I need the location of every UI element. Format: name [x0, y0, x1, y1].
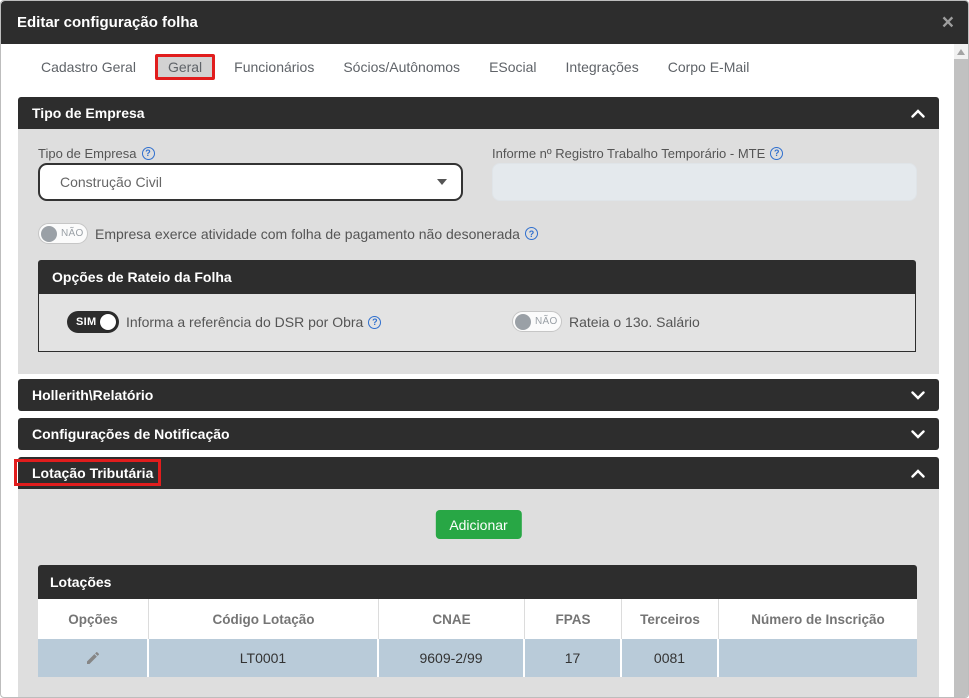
modal-title: Editar configuração folha [17, 14, 198, 31]
section-hollerith-header[interactable]: Hollerith\Relatório [18, 379, 939, 411]
lotacoes-table-titlebar: Lotações [38, 565, 917, 599]
tab-esocial[interactable]: ESocial [479, 55, 546, 79]
section-title: Hollerith\Relatório [32, 387, 154, 403]
section-title: Tipo de Empresa [32, 105, 145, 121]
column-header-terceiros: Terceiros [622, 599, 719, 639]
close-icon[interactable]: × [942, 12, 954, 33]
tab-geral[interactable]: Geral [154, 53, 216, 80]
help-icon[interactable]: ? [141, 146, 155, 160]
row-terceiros-cell: 0081 [622, 639, 719, 677]
tab-cadastro-geral[interactable]: Cadastro Geral [31, 55, 146, 79]
lotacoes-table: Lotações Opções Código Lotação CNAE FPAS… [38, 565, 917, 677]
dsr-label-text: Informa a referência do DSR por Obra [126, 314, 364, 330]
column-header-opcoes: Opções [38, 599, 149, 639]
scrollbar-up-arrow-icon[interactable] [954, 44, 968, 59]
help-icon[interactable]: ? [770, 146, 784, 160]
scrollbar-thumb[interactable] [954, 59, 968, 697]
row-cnae-cell: 9609-2/99 [379, 639, 525, 677]
section-lotacao-body: Adicionar Lotações Opções Código Lotação… [18, 489, 939, 697]
lotacoes-table-title: Lotações [50, 574, 112, 590]
toggle-knob [100, 314, 116, 330]
tipo-empresa-selected-value: Construção Civil [60, 174, 162, 190]
desonerada-toggle-label: Empresa exerce atividade com folha de pa… [95, 226, 538, 242]
edit-pencil-icon[interactable] [85, 650, 101, 666]
tipo-empresa-select[interactable]: Construção Civil [38, 163, 463, 201]
chevron-down-icon[interactable] [911, 390, 925, 400]
salario-toggle[interactable]: NÃO [512, 311, 562, 332]
lotacoes-table-header-row: Opções Código Lotação CNAE FPAS Terceiro… [38, 599, 917, 639]
tab-integracoes[interactable]: Integrações [556, 55, 649, 79]
toggle-knob [41, 225, 57, 242]
section-notificacao-header[interactable]: Configurações de Notificação [18, 418, 939, 450]
row-options-cell [38, 639, 149, 677]
edit-config-modal: Editar configuração folha × Cadastro Ger… [0, 0, 969, 698]
dropdown-caret-icon [437, 179, 447, 185]
tab-corpo-email[interactable]: Corpo E-Mail [658, 55, 760, 79]
salario-toggle-row: NÃO Rateia o 13o. Salário [512, 311, 700, 332]
column-header-codigo-lotacao: Código Lotação [149, 599, 379, 639]
rateio-panel: Opções de Rateio da Folha SIM Informa a … [38, 260, 916, 352]
toggle-knob [515, 313, 531, 330]
rateio-panel-title: Opções de Rateio da Folha [52, 269, 232, 285]
toggle-state-text: SIM [76, 316, 97, 328]
section-tipo-empresa-header[interactable]: Tipo de Empresa [18, 97, 939, 129]
mte-label-text: Informe nº Registro Trabalho Temporário … [492, 145, 766, 161]
dsr-toggle-row: SIM Informa a referência do DSR por Obra… [67, 311, 382, 333]
column-header-fpas: FPAS [525, 599, 622, 639]
annotation-box: Lotação Tributária [14, 459, 161, 486]
help-icon[interactable]: ? [368, 315, 382, 329]
column-header-numero-inscricao: Número de Inscrição [751, 611, 885, 627]
table-row[interactable]: LT0001 9609-2/99 17 0081 [38, 639, 917, 677]
mte-label: Informe nº Registro Trabalho Temporário … [492, 145, 784, 161]
tipo-empresa-label: Tipo de Empresa ? [38, 145, 155, 161]
row-inscricao-cell [719, 639, 917, 677]
mte-input[interactable] [492, 163, 917, 201]
rateio-panel-body: SIM Informa a referência do DSR por Obra… [38, 294, 916, 352]
section-title: Configurações de Notificação [32, 426, 230, 442]
vertical-scrollbar[interactable] [954, 44, 968, 697]
tab-socios-autonomos[interactable]: Sócios/Autônomos [333, 55, 470, 79]
tab-funcionarios[interactable]: Funcionários [224, 55, 324, 79]
adicionar-button[interactable]: Adicionar [435, 510, 522, 539]
salario-label-text: Rateia o 13o. Salário [569, 313, 700, 330]
desonerada-toggle-row: NÃO Empresa exerce atividade com folha d… [38, 223, 538, 244]
row-codigo-cell: LT0001 [149, 639, 379, 677]
dsr-toggle-label: Informa a referência do DSR por Obra ? [126, 314, 382, 330]
tabbar: Cadastro Geral Geral Funcionários Sócios… [1, 44, 941, 89]
chevron-down-icon[interactable] [911, 429, 925, 439]
help-icon[interactable]: ? [524, 227, 538, 240]
chevron-up-icon[interactable] [911, 468, 925, 478]
tipo-empresa-label-text: Tipo de Empresa [38, 145, 137, 161]
section-lotacao-header[interactable]: Lotação Tributária [14, 457, 939, 489]
dsr-toggle[interactable]: SIM [67, 311, 119, 333]
section-title: Lotação Tributária [32, 464, 154, 481]
desonerada-toggle[interactable]: NÃO [38, 223, 88, 244]
chevron-up-icon[interactable] [911, 108, 925, 118]
toggle-state-text: NÃO [535, 316, 558, 327]
column-header-cnae: CNAE [379, 599, 525, 639]
modal-header: Editar configuração folha × [1, 1, 968, 44]
desonerada-label-text: Empresa exerce atividade com folha de pa… [95, 225, 520, 242]
row-fpas-cell: 17 [525, 639, 622, 677]
toggle-state-text: NÃO [61, 228, 84, 239]
salario-toggle-label: Rateia o 13o. Salário [569, 314, 700, 330]
rateio-panel-header: Opções de Rateio da Folha [38, 260, 916, 294]
section-tipo-empresa-body: Tipo de Empresa ? Construção Civil Infor… [18, 129, 939, 374]
